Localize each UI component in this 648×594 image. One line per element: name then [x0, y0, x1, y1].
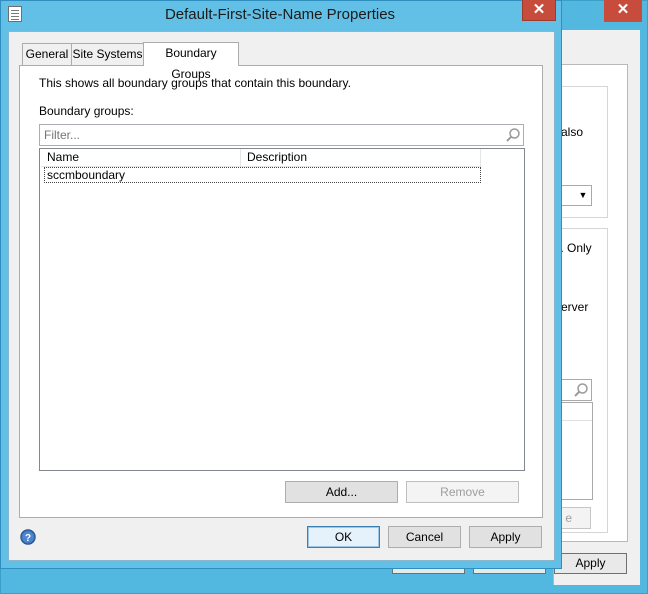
parent-text-also: also: [561, 125, 584, 139]
add-button[interactable]: Add...: [285, 481, 398, 503]
parent-text-erver: erver: [561, 300, 589, 314]
svg-text:?: ?: [25, 533, 31, 544]
ok-button-label: OK: [334, 530, 353, 544]
add-button-label: Add...: [325, 485, 358, 499]
column-header-name[interactable]: Name: [41, 149, 241, 167]
boundary-groups-list[interactable]: [39, 148, 525, 471]
filter-input[interactable]: [39, 124, 524, 146]
cancel-button-label: Cancel: [405, 530, 444, 544]
ok-button[interactable]: OK: [307, 526, 380, 548]
boundary-groups-label: Boundary groups:: [39, 104, 134, 118]
close-button[interactable]: ✕: [522, 0, 556, 21]
search-icon: [574, 383, 588, 397]
apply-button-label: Apply: [490, 530, 521, 544]
parent-close-button[interactable]: ✕: [604, 0, 642, 22]
chevron-down-icon: ▼: [578, 190, 588, 200]
tab-site-systems[interactable]: Site Systems: [71, 43, 144, 66]
tab-general[interactable]: General: [22, 43, 72, 66]
table-row[interactable]: sccmboundary: [44, 167, 481, 183]
column-header-description[interactable]: Description: [241, 149, 481, 167]
help-icon[interactable]: ?: [20, 529, 36, 545]
remove-button[interactable]: Remove: [406, 481, 519, 503]
dialog-title: Default-First-Site-Name Properties: [164, 6, 396, 23]
remove-button-label: Remove: [440, 485, 485, 499]
parent-apply-button[interactable]: Apply: [554, 553, 627, 574]
description-text: This shows all boundary groups that cont…: [39, 76, 351, 90]
search-icon: [506, 128, 520, 142]
tab-boundary-groups[interactable]: Boundary Groups: [143, 42, 239, 81]
parent-text-only: t. Only: [557, 241, 592, 255]
apply-button[interactable]: Apply: [469, 526, 542, 548]
cancel-button[interactable]: Cancel: [388, 526, 461, 548]
